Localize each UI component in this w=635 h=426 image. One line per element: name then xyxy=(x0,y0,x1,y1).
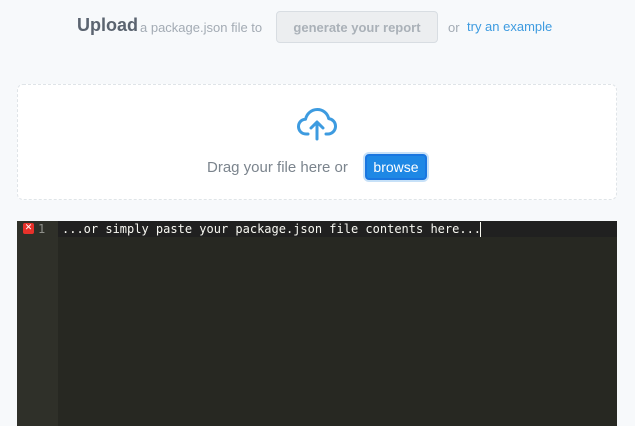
editor-placeholder[interactable]: ...or simply paste your package.json fil… xyxy=(62,222,481,236)
text-cursor xyxy=(480,222,481,237)
drag-instruction: Drag your file here or xyxy=(207,159,348,176)
generate-report-button[interactable]: generate your report xyxy=(276,11,438,43)
file-dropzone[interactable] xyxy=(17,84,617,200)
or-label: or xyxy=(448,20,460,35)
code-editor[interactable]: ✕ 1 ...or simply paste your package.json… xyxy=(17,221,617,426)
page-title: Upload xyxy=(77,15,138,35)
browse-button[interactable]: browse xyxy=(365,154,427,180)
top-bar: Upload a package.json file to generate y… xyxy=(0,0,635,54)
cloud-upload-icon xyxy=(297,108,337,141)
try-example-link[interactable]: try an example xyxy=(467,19,552,34)
page-subtitle: a package.json file to xyxy=(140,20,263,35)
editor-gutter: ✕ 1 xyxy=(17,221,58,426)
error-icon: ✕ xyxy=(23,223,34,234)
line-number: 1 xyxy=(38,222,46,236)
